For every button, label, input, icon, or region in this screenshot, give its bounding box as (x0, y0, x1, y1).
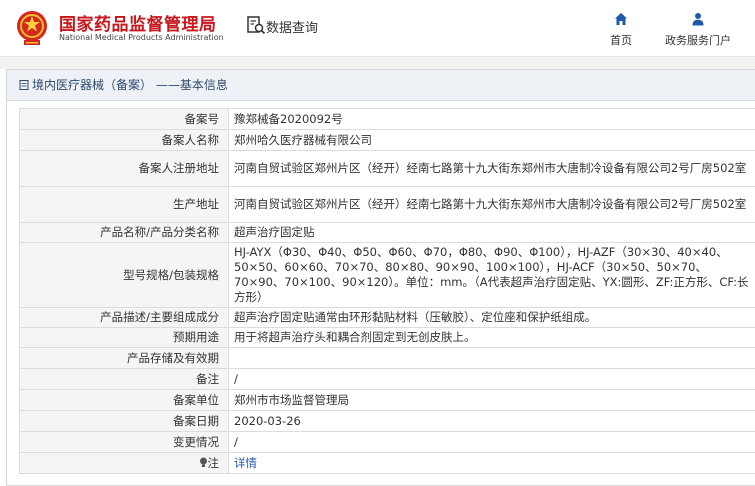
table-row: 注 详情 (19, 452, 755, 474)
field-label: 生产地址 (19, 186, 229, 223)
national-emblem-icon (17, 11, 47, 45)
info-table: 备案号 豫郑械备2020092号 备案人名称 郑州哈久医疗器械有限公司 备案人注… (19, 108, 755, 474)
field-label: 备案单位 (19, 389, 229, 411)
table-row: 备案单位 郑州市市场监督管理局 (19, 389, 755, 411)
field-label: 备案日期 (19, 410, 229, 432)
detail-panel: 境内医疗器械（备案） ——基本信息 备案号 豫郑械备2020092号 备案人名称… (6, 69, 755, 486)
table-row: 备案日期 2020-03-26 (19, 410, 755, 432)
field-label: 备案人名称 (19, 129, 229, 151)
site-subtitle: National Medical Products Administration (59, 33, 224, 42)
table-row: 型号规格/包装规格 HJ-AYX（Φ30、Φ40、Φ50、Φ60、Φ70，Φ80… (19, 242, 755, 308)
field-value (228, 347, 755, 369)
field-value: / (228, 431, 755, 453)
field-value: 郑州市市场监督管理局 (228, 389, 755, 411)
site-title[interactable]: 国家药品监督管理局 (59, 10, 217, 35)
page-band (0, 57, 755, 69)
nav-portal-label: 政务服务门户 (665, 34, 731, 47)
home-icon (615, 13, 627, 25)
field-label: 产品描述/主要组成成分 (19, 307, 229, 328)
field-value: HJ-AYX（Φ30、Φ40、Φ50、Φ60、Φ70，Φ80、Φ90、Φ100）… (228, 242, 755, 308)
table-row: 变更情况 / (19, 431, 755, 453)
field-value: 2020-03-26 (228, 410, 755, 432)
field-value: 豫郑械备2020092号 (228, 108, 755, 130)
field-label: 型号规格/包装规格 (19, 242, 229, 308)
table-row: 产品存储及有效期 (19, 347, 755, 369)
table-row: 备注 / (19, 368, 755, 390)
nav-gov-service-portal[interactable]: 政务服务门户 (660, 11, 736, 48)
table-row: 备案人注册地址 河南自贸试验区郑州片区（经开）经南七路第十九大街东郑州市大唐制冷… (19, 150, 755, 187)
field-label: 备注 (19, 368, 229, 390)
field-value: 超声治疗固定贴 (228, 222, 755, 243)
field-value: 郑州哈久医疗器械有限公司 (228, 129, 755, 151)
nav-home-label: 首页 (610, 34, 632, 47)
field-value: 河南自贸试验区郑州片区（经开）经南七路第十九大街东郑州市大唐制冷设备有限公司2号… (228, 186, 755, 223)
data-query-label: 数据查询 (266, 21, 319, 36)
field-label: 产品名称/产品分类名称 (19, 222, 229, 243)
field-value: 详情 (228, 452, 755, 474)
panel-title: 境内医疗器械（备案） ——基本信息 (32, 78, 228, 92)
table-row: 生产地址 河南自贸试验区郑州片区（经开）经南七路第十九大街东郑州市大唐制冷设备有… (19, 186, 755, 223)
field-label: 备案人注册地址 (19, 150, 229, 187)
field-label: 变更情况 (19, 431, 229, 453)
field-label: 产品存储及有效期 (19, 347, 229, 369)
field-label-note: 注 (19, 452, 229, 474)
field-value: 河南自贸试验区郑州片区（经开）经南七路第十九大街东郑州市大唐制冷设备有限公司2号… (228, 150, 755, 187)
table-row: 预期用途 用于将超声治疗头和耦合剂固定到无创皮肤上。 (19, 327, 755, 348)
panel-title-bar: 境内医疗器械（备案） ——基本信息 (7, 70, 755, 101)
note-label: 注 (207, 455, 220, 470)
nav-home[interactable]: 首页 (607, 11, 635, 48)
field-label: 备案号 (19, 108, 229, 130)
field-label: 预期用途 (19, 327, 229, 348)
table-row: 备案人名称 郑州哈久医疗器械有限公司 (19, 129, 755, 151)
site-header: 国家药品监督管理局 National Medical Products Admi… (0, 0, 755, 56)
lightbulb-icon (199, 457, 207, 467)
field-value: 超声治疗固定贴通常由环形黏贴材料（压敏胶）、定位座和保护纸组成。 (228, 307, 755, 328)
document-search-icon (247, 16, 266, 35)
table-row: 备案号 豫郑械备2020092号 (19, 108, 755, 130)
table-row: 产品名称/产品分类名称 超声治疗固定贴 (19, 222, 755, 243)
document-icon (19, 80, 29, 90)
details-link[interactable]: 详情 (234, 456, 257, 470)
user-icon (692, 13, 704, 26)
field-value: / (228, 368, 755, 390)
field-value: 用于将超声治疗头和耦合剂固定到无创皮肤上。 (228, 327, 755, 348)
table-row: 产品描述/主要组成成分 超声治疗固定贴通常由环形黏贴材料（压敏胶）、定位座和保护… (19, 307, 755, 328)
